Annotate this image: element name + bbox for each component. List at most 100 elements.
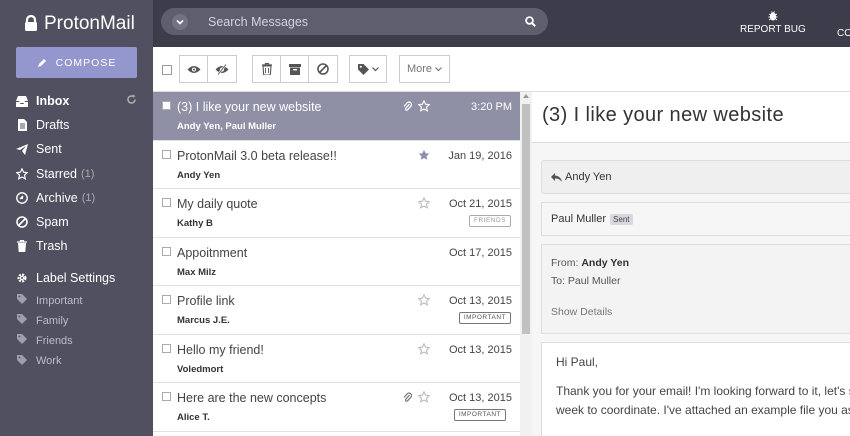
sent-badge: Sent — [610, 213, 633, 225]
sidebar-label-important[interactable]: Important — [0, 291, 153, 311]
search-bar[interactable]: Search Messages — [161, 8, 548, 35]
star-icon[interactable] — [418, 294, 430, 306]
eye-icon — [187, 65, 200, 73]
message-subject: My daily quote — [177, 197, 258, 211]
search-icon[interactable] — [525, 16, 536, 27]
pencil-icon — [37, 58, 46, 67]
refresh-icon[interactable] — [126, 94, 137, 105]
sidebar-item-starred[interactable]: Starred (1) — [0, 162, 153, 186]
message-header: From: Andy Yen To: Paul Muller Show Deta… — [541, 244, 850, 334]
app-name: ProtonMail — [44, 12, 135, 34]
mark-read-button[interactable] — [180, 56, 208, 82]
tag-icon — [17, 294, 28, 307]
sidebar-item-drafts[interactable]: Drafts — [0, 113, 153, 137]
star-filled-icon[interactable] — [418, 149, 430, 161]
mark-unread-button[interactable] — [208, 56, 236, 82]
sidebar: ProtonMail COMPOSE Inbox Drafts Sent Sta… — [0, 0, 153, 436]
more-dropdown[interactable]: More — [399, 55, 450, 83]
chevron-down-icon — [435, 66, 442, 71]
label-name: Friends — [36, 334, 73, 347]
message-date: Oct 17, 2015 — [449, 246, 512, 259]
message-sender: Andy Yen — [177, 169, 221, 181]
message-checkbox[interactable] — [162, 295, 171, 304]
ban-icon — [15, 216, 29, 228]
message-toolbar: More — [153, 47, 850, 92]
draft-icon — [15, 119, 29, 132]
star-icon[interactable] — [418, 342, 430, 355]
message-checkbox[interactable] — [162, 101, 171, 110]
message-checkbox[interactable] — [162, 149, 171, 159]
sidebar-label-work[interactable]: Work — [0, 351, 153, 371]
spam-button[interactable] — [309, 56, 337, 82]
message-row[interactable]: My daily quote Kathy B Oct 21, 2015 FRIE… — [153, 189, 520, 238]
sidebar-item-archive[interactable]: Archive (1) — [0, 186, 153, 210]
archive-count: (1) — [81, 191, 96, 204]
starred-count: (1) — [81, 167, 95, 180]
sidebar-item-label-settings[interactable]: Label Settings — [0, 266, 153, 290]
message-list-scrollbar[interactable] — [520, 92, 532, 436]
message-checkbox[interactable] — [162, 246, 171, 256]
sidebar-item-trash[interactable]: Trash — [0, 234, 153, 258]
contacts-link[interactable]: CO — [837, 28, 850, 39]
sidebar-item-label: Sent — [36, 142, 62, 157]
sidebar-label-friends[interactable]: Friends — [0, 331, 153, 351]
message-checkbox[interactable] — [162, 392, 171, 401]
sidebar-item-inbox[interactable]: Inbox — [0, 89, 153, 113]
trash-icon — [15, 240, 29, 253]
sidebar-item-label: Archive — [36, 190, 78, 205]
trash-button[interactable] — [253, 56, 281, 82]
body-line: week to coordinate. I've attached an exa… — [556, 403, 850, 417]
sidebar-item-label: Inbox — [36, 94, 70, 109]
label-name: Important — [36, 294, 83, 307]
body-line: Hi Paul, — [556, 355, 599, 369]
message-sender: Voledmort — [177, 363, 224, 375]
label-badge: IMPORTANT — [458, 312, 511, 324]
sidebar-item-sent[interactable]: Sent — [0, 137, 153, 161]
to-line: To: Paul Muller — [551, 275, 621, 287]
message-subject: Hello my friend! — [177, 342, 264, 357]
sidebar-item-label: Trash — [36, 239, 68, 254]
show-details-link[interactable]: Show Details — [551, 306, 612, 318]
message-body: Hi Paul, Thank you for your email! I'm l… — [541, 342, 850, 436]
message-row[interactable]: Hello my friend! Voledmort Oct 13, 2015 — [153, 334, 520, 383]
star-icon[interactable] — [418, 197, 430, 209]
message-checkbox[interactable] — [162, 198, 171, 207]
chevron-down-icon[interactable] — [172, 13, 188, 30]
tag-icon — [17, 314, 28, 327]
report-bug-button[interactable]: REPORT BUG — [740, 10, 806, 35]
message-row[interactable]: (3) I like your new website Andy Yen, Pa… — [153, 92, 520, 141]
message-row[interactable]: Here are the new concepts Alice T. Oct 1… — [153, 383, 520, 432]
message-sender: Andy Yen, Paul Muller — [177, 121, 277, 132]
move-actions-group — [252, 55, 338, 83]
archive-button[interactable] — [281, 56, 309, 82]
message-list: (3) I like your new website Andy Yen, Pa… — [153, 92, 520, 436]
star-icon[interactable] — [418, 391, 430, 403]
message-row[interactable]: Appoitnment Max Milz Oct 17, 2015 — [153, 237, 520, 286]
message-checkbox[interactable] — [162, 343, 171, 353]
message-subject: ProtonMail 3.0 beta release!! — [177, 148, 337, 163]
gear-icon — [15, 272, 29, 284]
reading-pane: (3) I like your new website Andy Yen Pau… — [532, 92, 850, 436]
scrollbar-thumb[interactable] — [522, 104, 530, 334]
select-all-checkbox[interactable] — [162, 65, 172, 75]
from-name[interactable]: Andy Yen — [581, 257, 629, 269]
message-row[interactable]: Profile link Marcus J.E. Oct 13, 2015 IM… — [153, 286, 520, 335]
search-input[interactable]: Search Messages — [208, 15, 525, 29]
logo[interactable]: ProtonMail — [0, 0, 153, 47]
labels-dropdown[interactable] — [349, 55, 387, 83]
compose-button[interactable]: COMPOSE — [16, 47, 137, 78]
tag-icon — [357, 63, 369, 75]
collapsed-message-andy[interactable]: Andy Yen — [541, 160, 850, 194]
message-date: Oct 13, 2015 — [449, 295, 512, 307]
eye-slash-icon — [215, 63, 229, 75]
star-icon[interactable] — [418, 100, 430, 112]
collapsed-message-paul[interactable]: Paul Muller Sent — [541, 202, 850, 236]
sidebar-label-family[interactable]: Family — [0, 311, 153, 331]
sidebar-item-spam[interactable]: Spam — [0, 210, 153, 234]
from-label: From: — [551, 257, 579, 269]
scroll-up-arrow[interactable] — [523, 94, 529, 98]
collapsed-sender-name: Paul Muller — [551, 213, 607, 225]
paperclip-icon — [403, 101, 412, 111]
message-row[interactable]: ProtonMail 3.0 beta release!! Andy Yen J… — [153, 140, 520, 189]
archive-icon — [15, 191, 29, 204]
